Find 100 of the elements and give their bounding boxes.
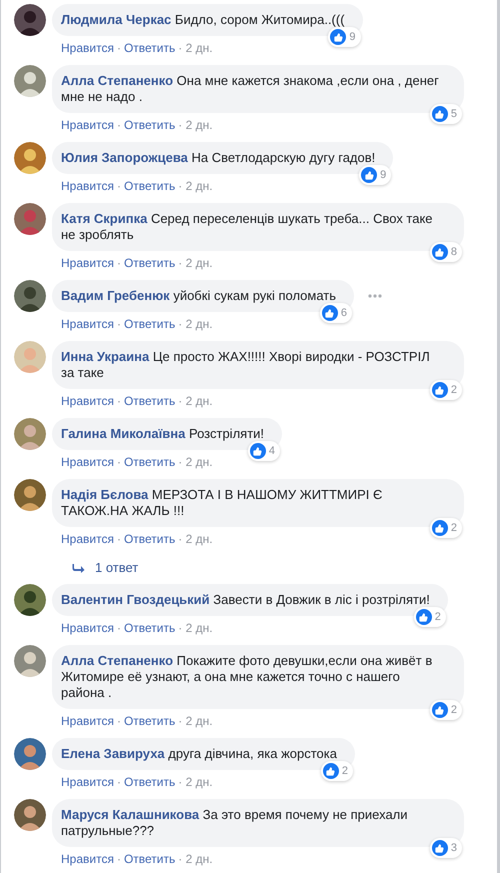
- author-link[interactable]: Галина Миколаївна: [61, 426, 186, 441]
- comment-time: · 2 дн.: [178, 178, 213, 194]
- comment-text: Галина Миколаївна Розстріляти!: [61, 426, 266, 442]
- author-link[interactable]: Алла Степаненко: [61, 73, 174, 88]
- like-icon: [322, 763, 339, 779]
- author-link[interactable]: Вадим Гребенюк: [61, 288, 170, 303]
- comment-text: Катя Скрипка Серед переселенців шукать треба... Свох таке не зроблять: [61, 211, 434, 243]
- separator-dot: ·: [116, 774, 121, 790]
- reaction-number: 5: [450, 107, 457, 122]
- like-link[interactable]: Нравится: [61, 40, 114, 56]
- author-link[interactable]: Катя Скрипка: [61, 211, 148, 226]
- reply-link[interactable]: Ответить: [124, 40, 176, 56]
- reply-link[interactable]: Ответить: [124, 851, 176, 867]
- separator-dot: ·: [116, 454, 121, 470]
- reply-link[interactable]: Ответить: [124, 255, 176, 271]
- comment-text: Юлия Запорожцева На Светлодарскую дугу гадов!: [61, 150, 376, 166]
- more-icon[interactable]: [368, 294, 382, 298]
- like-icon: [250, 443, 266, 459]
- reply-link[interactable]: Ответить: [124, 178, 176, 194]
- reaction-number: 2: [450, 521, 457, 536]
- comment-time: · 2 дн.: [178, 713, 213, 729]
- comment-text: Вадим Гребенюк уйобкі сукам рукі поломать: [61, 288, 338, 304]
- reaction-number: 8: [450, 245, 457, 260]
- comment-time: · 2 дн.: [178, 393, 213, 409]
- comment-time: · 2 дн.: [178, 774, 213, 790]
- separator-dot: ·: [116, 316, 121, 332]
- like-link[interactable]: Нравится: [61, 774, 114, 790]
- comment-time: · 2 дн.: [178, 316, 213, 332]
- reply-link[interactable]: Ответить: [124, 454, 176, 470]
- author-link[interactable]: Алла Степаненко: [61, 653, 174, 668]
- like-icon: [361, 167, 378, 183]
- like-link[interactable]: Нравится: [61, 454, 114, 470]
- like-link[interactable]: Нравится: [61, 851, 114, 867]
- reaction-count[interactable]: 6: [320, 303, 352, 323]
- separator-dot: ·: [116, 851, 121, 867]
- like-icon: [330, 29, 346, 45]
- comment-text: Маруся Калашникова За это время почему не приехали патрульные???: [61, 807, 409, 839]
- reply-link[interactable]: Ответить: [124, 620, 176, 636]
- reaction-count[interactable]: 3: [430, 838, 462, 858]
- like-link[interactable]: Нравится: [61, 393, 114, 409]
- reaction-count[interactable]: 2: [414, 607, 446, 627]
- reaction-count[interactable]: 2: [430, 518, 462, 538]
- reaction-count[interactable]: 5: [430, 104, 462, 124]
- reaction-number: 6: [340, 306, 348, 321]
- like-link[interactable]: Нравится: [61, 316, 114, 332]
- like-link[interactable]: Нравится: [61, 117, 114, 133]
- reply-link[interactable]: Ответить: [124, 316, 176, 332]
- like-icon: [416, 609, 432, 625]
- reply-link[interactable]: Ответить: [124, 531, 176, 547]
- separator-dot: ·: [116, 393, 121, 409]
- comment-text: Валентин Гвоздецький Завести в Довжик в ліс і розтріляти!: [61, 592, 431, 608]
- author-link[interactable]: Маруся Калашникова: [61, 807, 200, 822]
- like-link[interactable]: Нравится: [61, 178, 114, 194]
- like-link[interactable]: Нравится: [61, 620, 114, 636]
- comment-text: Елена Завируха друга дівчина, яка жорстока: [61, 746, 338, 762]
- like-icon: [432, 382, 448, 398]
- comment-time: · 2 дн.: [178, 454, 213, 470]
- reaction-count[interactable]: 4: [248, 441, 280, 461]
- like-link[interactable]: Нравится: [61, 531, 114, 547]
- like-icon: [322, 305, 338, 321]
- reaction-count[interactable]: 8: [430, 242, 462, 262]
- comment-text: Алла Степаненко Покажите фото девушки,если она живёт в Житомире её узнают, а она мне кажется точно с нашего района .: [61, 653, 434, 701]
- reply-link[interactable]: Ответить: [124, 774, 176, 790]
- replies-link[interactable]: 1 ответ: [95, 560, 138, 575]
- like-icon: [432, 244, 448, 260]
- reaction-number: 9: [349, 30, 356, 45]
- separator-dot: ·: [116, 117, 121, 133]
- separator-dot: ·: [116, 713, 121, 729]
- comment-text: Людмила Черкас Бидло, сором Житомира..(((: [61, 12, 346, 28]
- like-link[interactable]: Нравится: [61, 255, 114, 271]
- reply-link[interactable]: Ответить: [124, 393, 176, 409]
- reaction-count[interactable]: 9: [359, 165, 392, 185]
- author-link[interactable]: Елена Завируха: [61, 746, 165, 761]
- author-link[interactable]: Инна Украина: [61, 349, 150, 364]
- separator-dot: ·: [116, 620, 121, 636]
- author-link[interactable]: Людмила Черкас: [61, 12, 172, 27]
- reaction-number: 2: [450, 703, 457, 718]
- reaction-count[interactable]: 2: [430, 700, 462, 720]
- reaction-count[interactable]: 2: [320, 761, 353, 781]
- reaction-number: 3: [450, 841, 457, 856]
- reaction-number: 2: [450, 383, 457, 398]
- comment-time: · 2 дн.: [178, 117, 213, 133]
- separator-dot: ·: [116, 40, 121, 56]
- reaction-count[interactable]: 9: [328, 27, 361, 47]
- like-link[interactable]: Нравится: [61, 713, 114, 729]
- author-link[interactable]: Валентин Гвоздецький: [61, 592, 210, 607]
- author-link[interactable]: Надія Бєлова: [61, 487, 148, 502]
- like-icon: [432, 106, 448, 122]
- reply-link[interactable]: Ответить: [124, 117, 176, 133]
- comment-text: Надія Бєлова МЕРЗОТА І В НАШОМУ ЖИТТМИРІ Є ТАКОЖ.НА ЖАЛЬ !!!: [61, 487, 384, 519]
- comment-time: · 2 дн.: [178, 851, 213, 867]
- reply-link[interactable]: Ответить: [124, 713, 176, 729]
- comment-text: Алла Степаненко Она мне кажется знакома ,если она , денег мне не надо .: [61, 73, 440, 105]
- author-link[interactable]: Юлия Запорожцева: [61, 150, 188, 165]
- reply-arrow-icon: [72, 562, 85, 572]
- reaction-count[interactable]: 2: [430, 380, 462, 400]
- reaction-number: 9: [380, 168, 386, 183]
- separator-dot: ·: [116, 531, 121, 547]
- comment-time: · 2 дн.: [178, 620, 213, 636]
- reaction-number: 2: [434, 610, 441, 625]
